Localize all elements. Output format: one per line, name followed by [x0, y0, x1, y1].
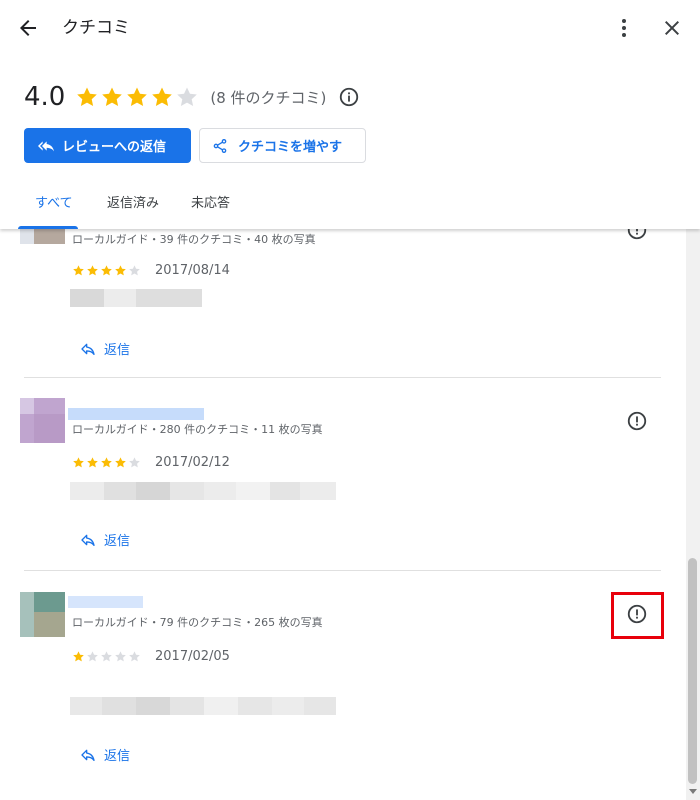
tab-replied[interactable]: 返信済み [107, 190, 159, 229]
review-date: 2017/02/05 [155, 649, 230, 664]
reply-icon [81, 534, 95, 546]
close-button[interactable] [660, 16, 684, 40]
review-item: ローカルガイド・280 件のクチコミ・11 枚の写真 2017/02/12 返信 [0, 378, 686, 571]
star-empty-icon [101, 651, 112, 662]
star-filled-icon [101, 265, 112, 276]
reply-label: 返信 [104, 343, 131, 358]
star-filled-icon [77, 87, 98, 106]
reviewer-meta: ローカルガイド・79 件のクチコミ・265 枚の写真 [72, 616, 323, 629]
reply-to-reviews-label: レビューへの返信 [62, 140, 167, 155]
star-filled-icon [73, 651, 84, 662]
review-rating: 2017/02/05 [72, 649, 230, 664]
star-empty-icon [115, 651, 126, 662]
review-tabs: すべて 返信済み 未応答 [18, 190, 230, 229]
reply-button[interactable]: 返信 [80, 745, 130, 764]
review-stars [72, 650, 142, 663]
reviewer-meta: ローカルガイド・280 件のクチコミ・11 枚の写真 [72, 423, 323, 436]
tab-all[interactable]: すべて [18, 190, 78, 229]
back-button[interactable] [16, 16, 40, 40]
star-filled-icon [101, 457, 112, 468]
star-empty-icon [129, 457, 140, 468]
scroll-down-arrow-icon[interactable] [688, 786, 698, 796]
review-text-redacted [70, 289, 202, 307]
report-icon[interactable] [626, 410, 648, 432]
share-icon [213, 138, 227, 153]
reply-label: 返信 [104, 534, 131, 549]
get-more-reviews-button[interactable]: クチコミを増やす [199, 128, 366, 163]
reply-to-reviews-button[interactable]: レビューへの返信 [24, 128, 191, 163]
info-icon[interactable] [338, 86, 360, 108]
review-item: ローカルガイド・39 件のクチコミ・40 枚の写真 2017/08/14 返信 [0, 229, 686, 379]
star-filled-icon [73, 265, 84, 276]
reviewer-name-redacted[interactable] [68, 596, 143, 608]
star-filled-icon [152, 87, 173, 106]
review-rating: 2017/08/14 [72, 263, 230, 278]
review-stars [72, 264, 142, 277]
review-item: ローカルガイド・79 件のクチコミ・265 枚の写真 2017/02/05 返信 [0, 571, 686, 800]
review-text-redacted [70, 482, 336, 500]
reply-label: 返信 [104, 749, 131, 764]
avatar [20, 229, 65, 259]
more-options-button[interactable] [612, 16, 636, 40]
review-stars [72, 456, 142, 469]
star-filled-icon [87, 457, 98, 468]
arrow-back-icon [20, 20, 36, 36]
star-filled-icon [102, 87, 123, 106]
star-filled-icon [115, 457, 126, 468]
review-text-redacted [70, 697, 336, 715]
average-rating: 4.0 [24, 82, 66, 112]
reply-button[interactable]: 返信 [80, 530, 130, 549]
reply-icon [81, 343, 95, 355]
star-empty-icon [129, 265, 140, 276]
tab-unanswered[interactable]: 未応答 [191, 190, 230, 229]
get-more-reviews-label: クチコミを増やす [238, 140, 343, 155]
avatar [20, 398, 65, 443]
close-icon [665, 21, 679, 35]
highlight-box [611, 592, 664, 639]
star-filled-icon [127, 87, 148, 106]
avatar [20, 592, 65, 637]
reply-icon [81, 749, 95, 761]
star-filled-icon [73, 457, 84, 468]
review-list: ローカルガイド・39 件のクチコミ・40 枚の写真 2017/08/14 返信 … [0, 229, 686, 800]
review-count: (8 件のクチコミ) [210, 88, 327, 107]
page-title: クチコミ [62, 18, 130, 38]
review-rating: 2017/02/12 [72, 455, 230, 470]
star-empty-icon [129, 651, 140, 662]
review-date: 2017/08/14 [155, 263, 230, 278]
report-icon[interactable] [626, 229, 648, 241]
star-empty-icon [87, 651, 98, 662]
star-filled-icon [87, 265, 98, 276]
reviewer-meta: ローカルガイド・39 件のクチコミ・40 枚の写真 [72, 233, 316, 246]
reply-all-icon [38, 140, 54, 151]
review-date: 2017/02/12 [155, 455, 230, 470]
scrollbar-thumb[interactable] [688, 558, 697, 784]
more-vert-icon [622, 19, 626, 37]
reviews-header: クチコミ 4.0 (8 件のクチコミ) レビューへの返信 クチコミを増やす すべ… [0, 0, 700, 229]
star-empty-icon [177, 87, 198, 106]
reviewer-name-redacted[interactable] [68, 408, 204, 420]
rating-summary: 4.0 (8 件のクチコミ) [24, 80, 360, 114]
reply-button[interactable]: 返信 [80, 339, 130, 358]
star-filled-icon [115, 265, 126, 276]
average-stars [75, 85, 200, 109]
